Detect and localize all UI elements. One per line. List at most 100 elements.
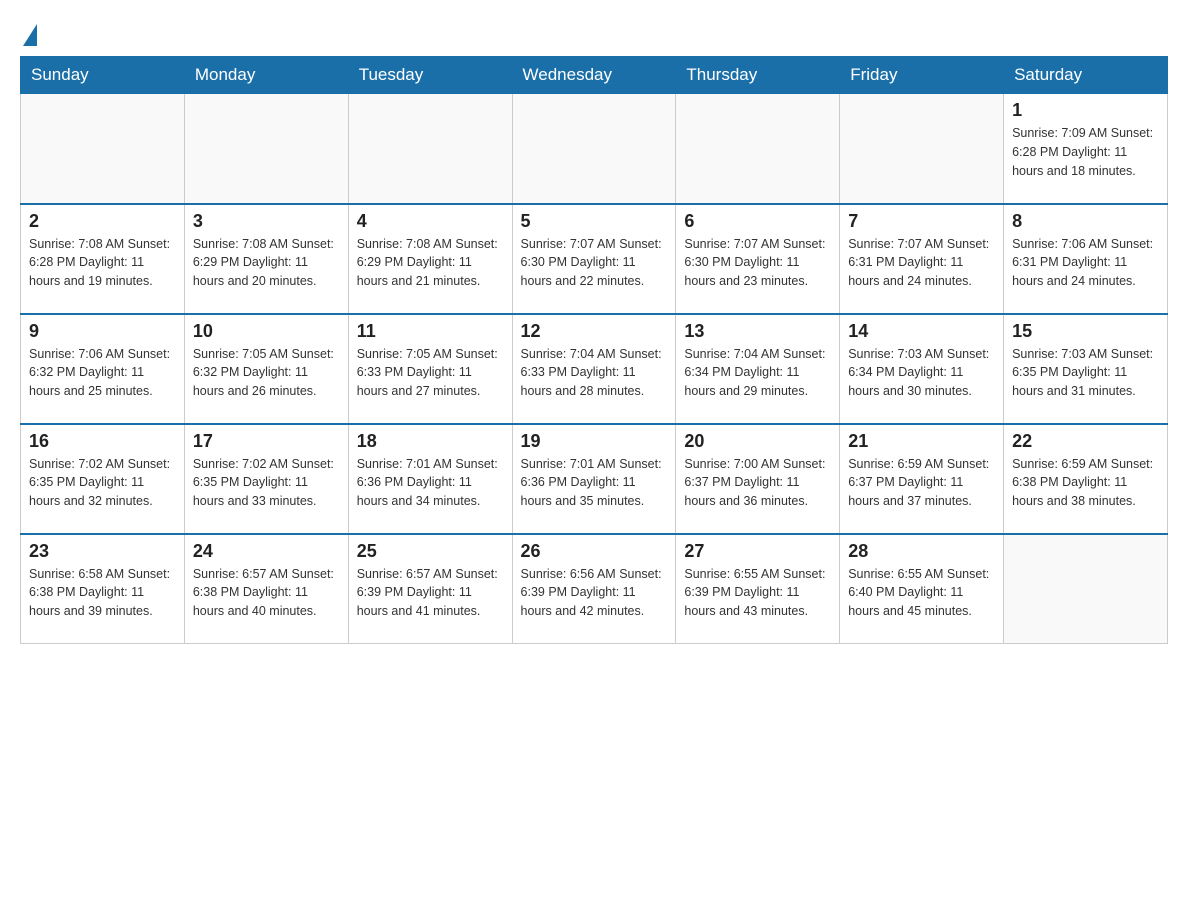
calendar-cell: [184, 94, 348, 204]
calendar-cell: 13 Sunrise: 7:04 AM Sunset: 6:34 PM Dayli…: [676, 314, 840, 424]
calendar-cell: 1 Sunrise: 7:09 AM Sunset: 6:28 PM Daylig…: [1004, 94, 1168, 204]
calendar-cell: [676, 94, 840, 204]
calendar-cell: 3 Sunrise: 7:08 AM Sunset: 6:29 PM Daylig…: [184, 204, 348, 314]
calendar-cell: 6 Sunrise: 7:07 AM Sunset: 6:30 PM Daylig…: [676, 204, 840, 314]
calendar-week-row: 9 Sunrise: 7:06 AM Sunset: 6:32 PM Daylig…: [21, 314, 1168, 424]
page-header: [20, 20, 1168, 46]
calendar-cell: 11 Sunrise: 7:05 AM Sunset: 6:33 PM Dayli…: [348, 314, 512, 424]
day-number: 19: [521, 431, 668, 452]
calendar-cell: 8 Sunrise: 7:06 AM Sunset: 6:31 PM Daylig…: [1004, 204, 1168, 314]
calendar-cell: 25 Sunrise: 6:57 AM Sunset: 6:39 PM Dayli…: [348, 534, 512, 644]
logo: [20, 20, 37, 46]
day-number: 15: [1012, 321, 1159, 342]
day-info: Sunrise: 7:04 AM Sunset: 6:33 PM Dayligh…: [521, 345, 668, 401]
calendar-week-row: 2 Sunrise: 7:08 AM Sunset: 6:28 PM Daylig…: [21, 204, 1168, 314]
day-info: Sunrise: 7:03 AM Sunset: 6:35 PM Dayligh…: [1012, 345, 1159, 401]
calendar-cell: 22Sunrise: 6:59 AM Sunset: 6:38 PM Dayli…: [1004, 424, 1168, 534]
calendar-cell: 17 Sunrise: 7:02 AM Sunset: 6:35 PM Dayli…: [184, 424, 348, 534]
calendar-week-row: 23 Sunrise: 6:58 AM Sunset: 6:38 PM Dayli…: [21, 534, 1168, 644]
calendar-week-row: 16Sunrise: 7:02 AM Sunset: 6:35 PM Dayli…: [21, 424, 1168, 534]
day-info: Sunrise: 6:55 AM Sunset: 6:39 PM Dayligh…: [684, 565, 831, 621]
day-info: Sunrise: 6:55 AM Sunset: 6:40 PM Dayligh…: [848, 565, 995, 621]
calendar-cell: 12 Sunrise: 7:04 AM Sunset: 6:33 PM Dayli…: [512, 314, 676, 424]
day-info: Sunrise: 7:05 AM Sunset: 6:33 PM Dayligh…: [357, 345, 504, 401]
day-of-week-header: Sunday: [21, 57, 185, 94]
calendar-cell: 18 Sunrise: 7:01 AM Sunset: 6:36 PM Dayli…: [348, 424, 512, 534]
calendar-cell: 9 Sunrise: 7:06 AM Sunset: 6:32 PM Daylig…: [21, 314, 185, 424]
calendar-cell: 5Sunrise: 7:07 AM Sunset: 6:30 PM Daylig…: [512, 204, 676, 314]
day-number: 4: [357, 211, 504, 232]
day-number: 13: [684, 321, 831, 342]
day-info: Sunrise: 7:08 AM Sunset: 6:29 PM Dayligh…: [357, 235, 504, 291]
day-number: 25: [357, 541, 504, 562]
day-info: Sunrise: 7:07 AM Sunset: 6:31 PM Dayligh…: [848, 235, 995, 291]
day-of-week-header: Friday: [840, 57, 1004, 94]
day-info: Sunrise: 6:58 AM Sunset: 6:38 PM Dayligh…: [29, 565, 176, 621]
calendar-cell: 2 Sunrise: 7:08 AM Sunset: 6:28 PM Daylig…: [21, 204, 185, 314]
day-number: 1: [1012, 100, 1159, 121]
day-info: Sunrise: 6:56 AM Sunset: 6:39 PM Dayligh…: [521, 565, 668, 621]
day-info: Sunrise: 7:05 AM Sunset: 6:32 PM Dayligh…: [193, 345, 340, 401]
day-info: Sunrise: 7:08 AM Sunset: 6:28 PM Dayligh…: [29, 235, 176, 291]
day-number: 26: [521, 541, 668, 562]
calendar-cell: 23 Sunrise: 6:58 AM Sunset: 6:38 PM Dayli…: [21, 534, 185, 644]
day-info: Sunrise: 7:01 AM Sunset: 6:36 PM Dayligh…: [357, 455, 504, 511]
day-number: 2: [29, 211, 176, 232]
day-info: Sunrise: 7:09 AM Sunset: 6:28 PM Dayligh…: [1012, 124, 1159, 180]
day-number: 23: [29, 541, 176, 562]
day-number: 24: [193, 541, 340, 562]
day-number: 8: [1012, 211, 1159, 232]
calendar-cell: 26 Sunrise: 6:56 AM Sunset: 6:39 PM Dayli…: [512, 534, 676, 644]
day-number: 17: [193, 431, 340, 452]
calendar-cell: 10 Sunrise: 7:05 AM Sunset: 6:32 PM Dayli…: [184, 314, 348, 424]
day-number: 12: [521, 321, 668, 342]
day-info: Sunrise: 7:06 AM Sunset: 6:32 PM Dayligh…: [29, 345, 176, 401]
day-number: 28: [848, 541, 995, 562]
day-info: Sunrise: 6:59 AM Sunset: 6:38 PM Dayligh…: [1012, 455, 1159, 511]
logo-triangle-icon: [23, 24, 37, 46]
calendar-cell: [840, 94, 1004, 204]
calendar-cell: 19 Sunrise: 7:01 AM Sunset: 6:36 PM Dayli…: [512, 424, 676, 534]
day-number: 3: [193, 211, 340, 232]
day-info: Sunrise: 7:01 AM Sunset: 6:36 PM Dayligh…: [521, 455, 668, 511]
calendar-cell: 28 Sunrise: 6:55 AM Sunset: 6:40 PM Dayli…: [840, 534, 1004, 644]
logo-top: [20, 20, 37, 46]
day-info: Sunrise: 7:07 AM Sunset: 6:30 PM Dayligh…: [684, 235, 831, 291]
day-number: 7: [848, 211, 995, 232]
day-info: Sunrise: 7:04 AM Sunset: 6:34 PM Dayligh…: [684, 345, 831, 401]
day-number: 11: [357, 321, 504, 342]
day-of-week-header: Monday: [184, 57, 348, 94]
day-of-week-header: Tuesday: [348, 57, 512, 94]
calendar-cell: 15 Sunrise: 7:03 AM Sunset: 6:35 PM Dayli…: [1004, 314, 1168, 424]
day-info: Sunrise: 7:08 AM Sunset: 6:29 PM Dayligh…: [193, 235, 340, 291]
calendar-cell: [348, 94, 512, 204]
day-of-week-header: Saturday: [1004, 57, 1168, 94]
day-number: 20: [684, 431, 831, 452]
calendar-table: SundayMondayTuesdayWednesdayThursdayFrid…: [20, 56, 1168, 644]
calendar-week-row: 1 Sunrise: 7:09 AM Sunset: 6:28 PM Daylig…: [21, 94, 1168, 204]
day-info: Sunrise: 7:02 AM Sunset: 6:35 PM Dayligh…: [193, 455, 340, 511]
day-number: 9: [29, 321, 176, 342]
calendar-header-row: SundayMondayTuesdayWednesdayThursdayFrid…: [21, 57, 1168, 94]
day-info: Sunrise: 6:57 AM Sunset: 6:39 PM Dayligh…: [357, 565, 504, 621]
day-info: Sunrise: 7:06 AM Sunset: 6:31 PM Dayligh…: [1012, 235, 1159, 291]
day-info: Sunrise: 7:00 AM Sunset: 6:37 PM Dayligh…: [684, 455, 831, 511]
day-of-week-header: Thursday: [676, 57, 840, 94]
day-info: Sunrise: 6:57 AM Sunset: 6:38 PM Dayligh…: [193, 565, 340, 621]
calendar-cell: 24 Sunrise: 6:57 AM Sunset: 6:38 PM Dayli…: [184, 534, 348, 644]
calendar-cell: 16Sunrise: 7:02 AM Sunset: 6:35 PM Dayli…: [21, 424, 185, 534]
calendar-cell: 21 Sunrise: 6:59 AM Sunset: 6:37 PM Dayli…: [840, 424, 1004, 534]
day-info: Sunrise: 7:02 AM Sunset: 6:35 PM Dayligh…: [29, 455, 176, 511]
day-info: Sunrise: 6:59 AM Sunset: 6:37 PM Dayligh…: [848, 455, 995, 511]
calendar-cell: 27 Sunrise: 6:55 AM Sunset: 6:39 PM Dayli…: [676, 534, 840, 644]
day-number: 27: [684, 541, 831, 562]
day-info: Sunrise: 7:03 AM Sunset: 6:34 PM Dayligh…: [848, 345, 995, 401]
day-of-week-header: Wednesday: [512, 57, 676, 94]
calendar-cell: [21, 94, 185, 204]
day-number: 6: [684, 211, 831, 232]
day-number: 10: [193, 321, 340, 342]
calendar-cell: [512, 94, 676, 204]
day-number: 21: [848, 431, 995, 452]
day-number: 18: [357, 431, 504, 452]
day-info: Sunrise: 7:07 AM Sunset: 6:30 PM Dayligh…: [521, 235, 668, 291]
